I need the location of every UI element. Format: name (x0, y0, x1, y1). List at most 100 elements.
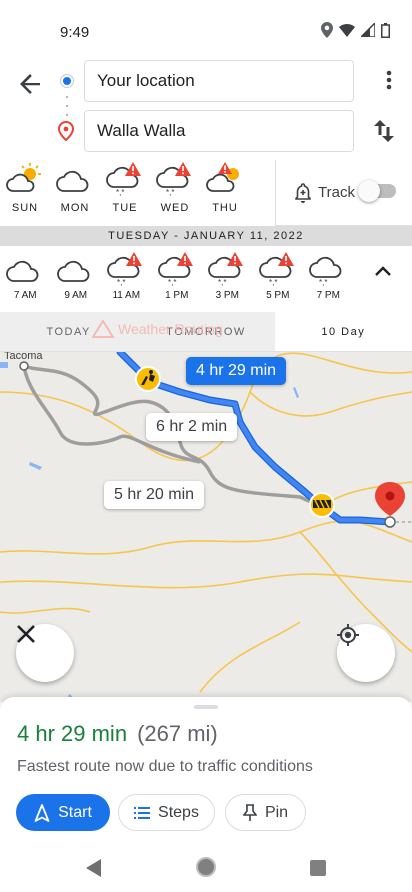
svg-text:*,*: *,* (218, 278, 226, 287)
list-icon (134, 806, 151, 819)
collapse-forecast-button[interactable] (374, 264, 392, 282)
track-toggle[interactable] (358, 180, 396, 202)
hourly-forecast-row: 7 AM 9 AM *,* 11 AM *,* 1 PM *,* 3 PM *,… (0, 250, 354, 312)
snow-cloud-alert-icon: *,* (258, 252, 294, 287)
hour-label: 1 PM (165, 290, 189, 301)
svg-text:*,*: *,* (269, 278, 277, 287)
screen: 9:49 Your location Walla Walla SUN MON *… (0, 0, 412, 892)
watermark-text: Weather Routing (118, 321, 223, 337)
origin-dot-icon (61, 75, 73, 87)
hour-item[interactable]: *,* 11 AM (101, 250, 152, 312)
hour-item[interactable]: 9 AM (51, 250, 102, 312)
forecast-date: TUESDAY - JANUARY 11, 2022 (0, 226, 412, 246)
day-mon[interactable]: MON (50, 160, 100, 226)
navigation-arrow-icon (34, 803, 50, 822)
svg-text:*,*: *,* (168, 278, 176, 287)
day-forecast-row: SUN MON *,* TUE *,* WED THU (0, 160, 250, 226)
origin-value: Your location (97, 71, 195, 90)
day-thu[interactable]: THU (200, 160, 250, 226)
road-closure-icon (309, 492, 335, 518)
battery-icon (381, 22, 390, 38)
alt-route-label-2[interactable]: 5 hr 20 min (104, 481, 205, 509)
swap-vert-icon (374, 120, 394, 142)
destination-value: Walla Walla (97, 121, 186, 140)
hour-item[interactable]: *,* 7 PM (303, 250, 354, 312)
back-button[interactable] (14, 68, 46, 100)
hour-label: 3 PM (215, 290, 239, 301)
cloudy-icon (56, 170, 89, 192)
svg-text:*,*: *,* (116, 188, 124, 197)
nav-recents-icon[interactable] (310, 860, 326, 876)
tab-10-day[interactable]: 10 Day (274, 312, 412, 351)
svg-text:*,*: *,* (166, 188, 174, 197)
destination-pin-icon (58, 121, 74, 141)
sheet-drag-handle[interactable] (194, 705, 218, 709)
more-vert-icon (386, 70, 392, 90)
start-button[interactable]: Start (16, 794, 110, 831)
snow-cloud-alert-icon: *,* (106, 162, 141, 197)
day-label: THU (212, 202, 238, 214)
steps-button[interactable]: Steps (118, 794, 215, 831)
route-summary-sheet[interactable]: 4 hr 29 min (267 mi) Fastest route now d… (0, 697, 412, 845)
construction-icon (135, 366, 161, 392)
town-label: Tacoma (4, 352, 43, 362)
my-location-icon (337, 624, 359, 646)
hour-item[interactable]: *,* 3 PM (202, 250, 253, 312)
partly-sunny-icon (6, 163, 41, 192)
swap-button[interactable] (374, 120, 394, 147)
day-label: WED (160, 202, 190, 214)
primary-route-label[interactable]: 4 hr 29 min (186, 357, 287, 385)
chevron-up-icon (375, 266, 391, 276)
route-connector (66, 96, 68, 116)
route-duration: 4 hr 29 min (17, 721, 128, 746)
partly-sunny-alert-icon (206, 162, 239, 192)
alt-route-label-1[interactable]: 6 hr 2 min (146, 413, 238, 441)
destination-field[interactable]: Walla Walla (84, 110, 354, 152)
snow-cloud-alert-icon: *,* (107, 252, 143, 287)
cloudy-icon (56, 260, 90, 282)
day-label: SUN (11, 202, 39, 214)
hour-label: 9 AM (64, 290, 88, 301)
hour-item[interactable]: 7 AM (0, 250, 51, 312)
svg-text:*,*: *,* (117, 278, 125, 287)
snow-cloud-alert-icon: *,* (208, 252, 244, 287)
day-sun[interactable]: SUN (0, 160, 50, 226)
weather-panel: SUN MON *,* TUE *,* WED THU Track TUESDA… (0, 160, 412, 352)
svg-text:*,*: *,* (319, 278, 327, 287)
day-wed[interactable]: *,* WED (150, 160, 200, 226)
nav-home-icon[interactable] (196, 857, 216, 877)
day-label: MON (60, 202, 90, 214)
more-options-button[interactable] (386, 70, 392, 95)
arrow-back-icon (20, 74, 40, 94)
hour-label: 7 AM (13, 290, 37, 301)
pushpin-icon (242, 803, 257, 821)
close-directions-button[interactable] (16, 624, 74, 682)
add-alert-icon (295, 182, 311, 203)
directions-header: Your location Walla Walla (0, 60, 412, 158)
status-time: 9:49 (60, 24, 90, 41)
origin-field[interactable]: Your location (84, 60, 354, 102)
route-note: Fastest route now due to traffic conditi… (17, 758, 313, 775)
steps-label: Steps (158, 803, 199, 821)
hour-label: 7 PM (316, 290, 340, 301)
hour-item[interactable]: *,* 5 PM (253, 250, 304, 312)
my-location-button[interactable] (337, 624, 395, 682)
wifi-icon (339, 23, 355, 37)
hour-label: 5 PM (266, 290, 290, 301)
location-status-icon (321, 22, 333, 38)
watermark-logo-icon (92, 320, 114, 338)
map-view[interactable]: Tacoma 4 hr 29 min 6 hr 2 min 5 hr 20 mi… (0, 352, 412, 702)
hour-label: 11 AM (112, 290, 141, 301)
nav-back-icon[interactable] (86, 859, 102, 877)
track-control[interactable]: Track (275, 160, 412, 226)
pin-button[interactable]: Pin (225, 794, 306, 831)
day-label: TUE (112, 202, 138, 214)
day-tue[interactable]: *,* TUE (100, 160, 150, 226)
signal-icon (361, 23, 375, 37)
snow-cloud-alert-icon: *,* (157, 252, 193, 287)
cloudy-icon (6, 260, 39, 282)
track-label: Track (318, 184, 355, 201)
hour-item[interactable]: *,* 1 PM (152, 250, 203, 312)
system-nav-bar (0, 845, 412, 892)
status-icons (321, 22, 390, 38)
